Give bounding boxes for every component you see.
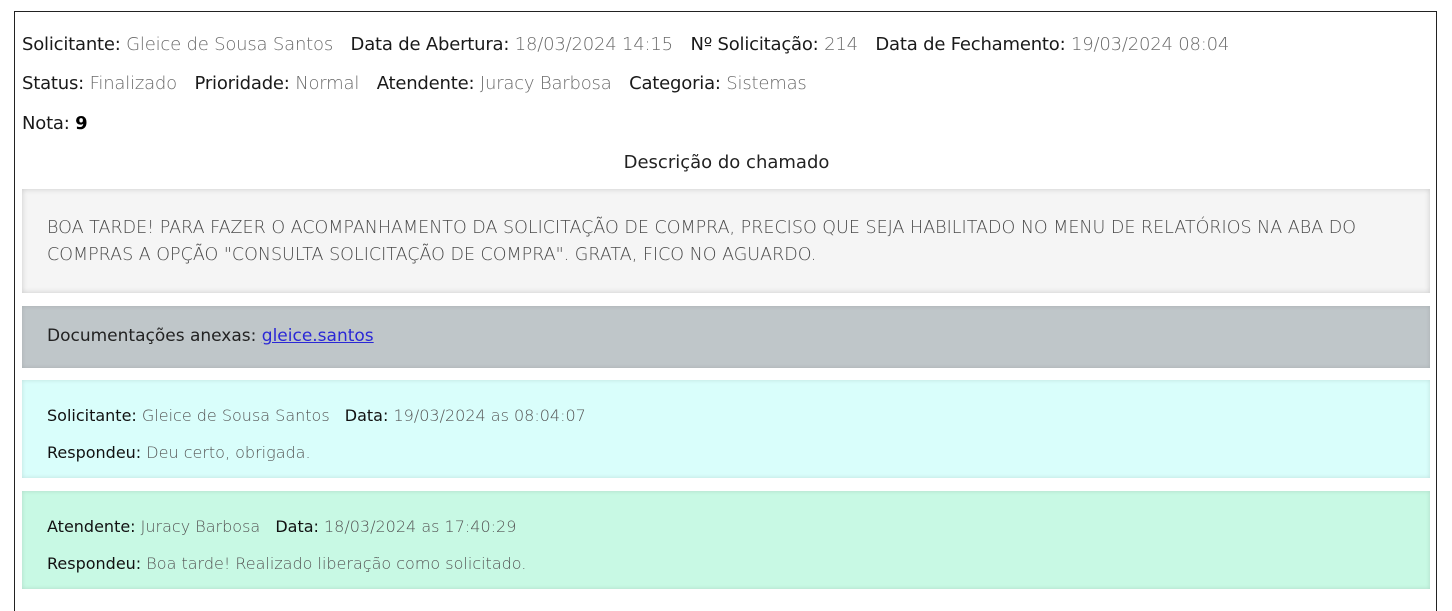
reply-response: Deu certo, obrigada. — [146, 443, 311, 462]
reply-time: as 17:40:29 — [421, 517, 517, 536]
reply-date-label: Data: — [344, 406, 389, 425]
atendente-field: Atendente: Juracy Barbosa — [377, 73, 612, 94]
status-value: Finalizado — [89, 73, 178, 94]
ticket-panel: Solicitante: Gleice de Sousa Santos Data… — [14, 11, 1437, 611]
reply-meta: Solicitante: Gleice de Sousa Santos Data… — [47, 406, 586, 425]
categoria-field: Categoria: Sistemas — [629, 73, 807, 94]
atendente-label: Atendente: — [376, 73, 475, 94]
reply-author: Juracy Barbosa — [140, 517, 261, 536]
reply-role-label: Atendente: — [47, 517, 136, 536]
status-label: Status: — [22, 73, 85, 94]
abertura-label: Data de Abertura: — [350, 34, 510, 55]
description-title: Descrição do chamado — [623, 152, 830, 173]
solicitante-value: Gleice de Sousa Santos — [126, 34, 333, 55]
abertura-value: 18/03/2024 14:15 — [514, 34, 673, 55]
reply-item: Solicitante: Gleice de Sousa Santos Data… — [22, 380, 1430, 478]
solicitante-field: Solicitante: Gleice de Sousa Santos — [22, 34, 333, 55]
numero-field: Nº Solicitação: 214 — [690, 34, 858, 55]
reply-body: Respondeu: Deu certo, obrigada. — [47, 443, 311, 462]
numero-label: Nº Solicitação: — [690, 34, 819, 55]
numero-value: 214 — [824, 34, 858, 55]
reply-item: Atendente: Juracy Barbosa Data: 18/03/20… — [22, 491, 1430, 589]
nota-field: Nota: 9 — [22, 113, 88, 134]
reply-role-label: Solicitante: — [47, 406, 137, 425]
reply-date: 18/03/2024 — [324, 517, 417, 536]
fechamento-value: 19/03/2024 08:04 — [1070, 34, 1230, 55]
fechamento-field: Data de Fechamento: 19/03/2024 08:04 — [875, 34, 1229, 55]
prioridade-value: Normal — [295, 73, 360, 94]
attachments-label: Documentações anexas: — [47, 326, 257, 346]
description-text: BOA TARDE! PARA FAZER O ACOMPANHAMENTO D… — [47, 218, 1357, 265]
reply-meta: Atendente: Juracy Barbosa Data: 18/03/20… — [47, 517, 516, 536]
status-field: Status: Finalizado — [22, 73, 177, 94]
reply-date-label: Data: — [275, 517, 319, 536]
header-row-1: Solicitante: Gleice de Sousa Santos Data… — [22, 34, 1241, 55]
reply-response: Boa tarde! Realizado liberação como soli… — [146, 554, 527, 573]
nota-label: Nota: — [22, 113, 70, 134]
nota-value: 9 — [75, 113, 88, 134]
fechamento-label: Data de Fechamento: — [875, 34, 1066, 55]
reply-response-label: Respondeu: — [47, 443, 142, 462]
categoria-label: Categoria: — [629, 73, 721, 94]
attachments-box: Documentações anexas: gleice.santos — [22, 306, 1430, 368]
reply-date: 19/03/2024 — [393, 406, 486, 425]
reply-body: Respondeu: Boa tarde! Realizado liberaçã… — [47, 554, 526, 573]
abertura-field: Data de Abertura: 18/03/2024 14:15 — [350, 34, 674, 55]
header-row-2: Status: Finalizado Prioridade: Normal At… — [22, 73, 819, 94]
reply-author: Gleice de Sousa Santos — [141, 406, 330, 425]
solicitante-label: Solicitante: — [22, 34, 121, 55]
attachment-link[interactable]: gleice.santos — [262, 326, 374, 346]
description-box: BOA TARDE! PARA FAZER O ACOMPANHAMENTO D… — [22, 189, 1430, 293]
atendente-value: Juracy Barbosa — [479, 73, 612, 94]
prioridade-field: Prioridade: Normal — [195, 73, 360, 94]
reply-response-label: Respondeu: — [47, 554, 142, 573]
prioridade-label: Prioridade: — [194, 73, 290, 94]
reply-time: as 08:04:07 — [490, 406, 586, 425]
categoria-value: Sistemas — [726, 73, 807, 94]
